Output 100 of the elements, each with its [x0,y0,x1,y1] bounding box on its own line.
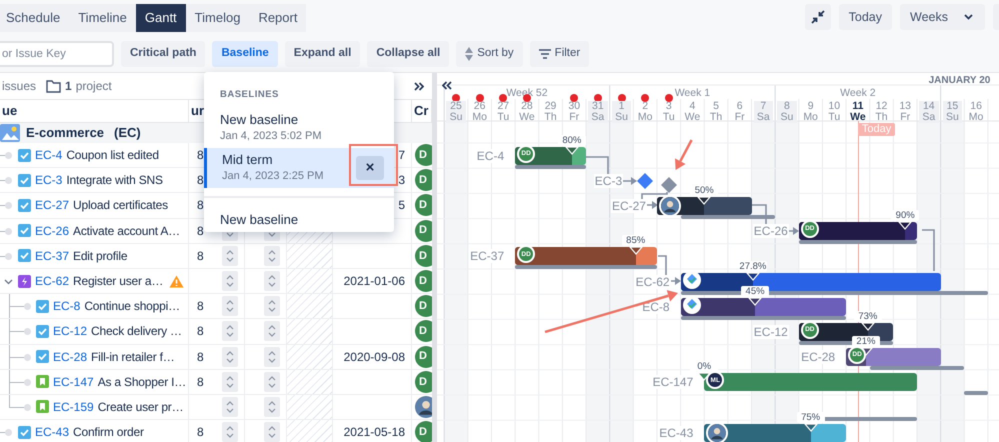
issues-count-label: issues [2,78,36,95]
weekday-label: Fr [899,112,912,123]
weekday-label: Tu [827,112,842,123]
issue-title: Coupon list edited [66,147,159,164]
assignee-avatar: D [415,346,432,368]
issue-title: Activate account A… [73,222,180,240]
weekday-label: Th [708,112,724,123]
weekday-label: Mo [802,112,819,123]
progress-label: 90% [891,210,920,222]
date-value: 5 [398,197,405,214]
day-number: 4 [688,101,696,112]
progress-label: 80% [558,134,586,146]
project-count: 1 [65,78,72,95]
issue-title: Fill-in retailer f… [91,348,175,366]
bar-label: EC-4 [476,148,506,163]
weekday-label: Su [446,112,466,123]
weekday-label: Sa [919,112,939,123]
estimate-value: 8 [196,222,204,240]
bar-label: EC-62 [634,274,671,289]
menu-heading: BASELINES [219,88,280,102]
day-number: 13 [898,101,912,112]
weekday-label: Su [777,112,797,123]
day-number: 15 [942,101,962,112]
day-number: 16 [969,101,983,112]
day-number: 30 [567,101,582,112]
weekday-label: Tu [496,112,510,123]
issue-title: Check delivery … [91,323,182,340]
weekday-label: We [684,112,702,123]
bar-label: EC-3 [594,174,624,188]
baseline-date: Jan 4, 2023 2:25 PM [222,169,324,184]
weekday-label: Tu [662,112,676,123]
day-number: 9 [806,101,815,112]
estimate-value: 8 [196,348,204,366]
estimate-value: 8 [196,147,204,164]
day-number: 1 [612,101,632,112]
issue-title: Continue shoppi… [84,298,180,316]
progress-label: 75% [796,412,825,423]
assignee-avatar: D [415,370,432,393]
day-number: 6 [736,101,744,112]
estimate-value: 8 [196,172,204,190]
bar-label: EC-27 [610,199,647,213]
progress-label: 45% [741,286,770,297]
bar-label: EC-8 [641,300,671,314]
bar-label: EC-26 [752,224,789,238]
issue-title: Upload certificates [73,197,168,214]
day-number: 27 [496,101,510,112]
week-label: Week 1 [674,86,712,101]
bar-label: EC-28 [800,350,836,364]
column-header: ue [2,102,18,120]
project-key: (EC) [114,123,141,143]
assignee-avatar: D [415,169,432,192]
progress-label: 50% [690,185,718,196]
estimate-value: 8 [196,424,204,442]
assignee-avatar: D [415,220,432,242]
day-number: 31 [588,101,608,112]
issue-title: Create user pr… [98,398,184,416]
day-number: 5 [712,101,720,112]
bar-label: EC-43 [658,426,694,440]
bar-label: EC-147 [652,375,694,390]
issue-title: As a Shopper I… [98,374,186,391]
day-number: 12 [874,101,888,112]
progress-label: 27.8% [738,260,767,272]
assignee-avatar: D [415,244,432,267]
issue-title: Edit profile [73,248,128,265]
weekday-label: Sa [588,112,608,123]
day-number: 2 [641,101,650,112]
weekday-label: Su [942,112,962,123]
day-number: 10 [827,101,842,112]
day-number: 11 [851,101,864,112]
weekday-label: Fr [568,112,580,123]
project-label: project [76,78,112,95]
day-number: 28 [520,101,534,112]
weekday-label: Su [612,112,632,123]
day-number: 8 [777,101,797,112]
weekday-label: Fr [734,112,746,123]
progress-label: 0% [690,361,718,372]
progress-label: 85% [622,235,650,246]
weekday-label: Mo [471,112,488,123]
assignee-avatar: D [415,421,432,442]
assignee-avatar: D [415,194,432,216]
bar-label: EC-37 [469,249,506,264]
assignee-avatar: D [415,270,432,292]
weekday-label: Mo [968,112,984,123]
estimate-value: 8 [196,248,204,265]
bar-label: EC-12 [752,325,789,339]
assignee-avatar: D [415,144,432,166]
estimate-value: 8 [196,374,204,391]
project-name: E-commerce [26,124,104,142]
day-number: 14 [919,101,939,112]
date-value: 2021-01-06 [344,273,405,290]
day-number: 7 [754,101,774,112]
assignee-avatar: D [415,295,432,318]
baseline-date: Jan 4, 2023 5:02 PM [220,129,322,144]
date-value: 3 [398,172,405,190]
week-label: Week 2 [839,86,877,101]
weekday-label: Mo [636,112,654,123]
weekday-label: We [849,112,867,123]
column-header: Cr [414,102,428,120]
issue-title: Confirm order [73,424,144,442]
weekday-label: Th [874,112,889,123]
